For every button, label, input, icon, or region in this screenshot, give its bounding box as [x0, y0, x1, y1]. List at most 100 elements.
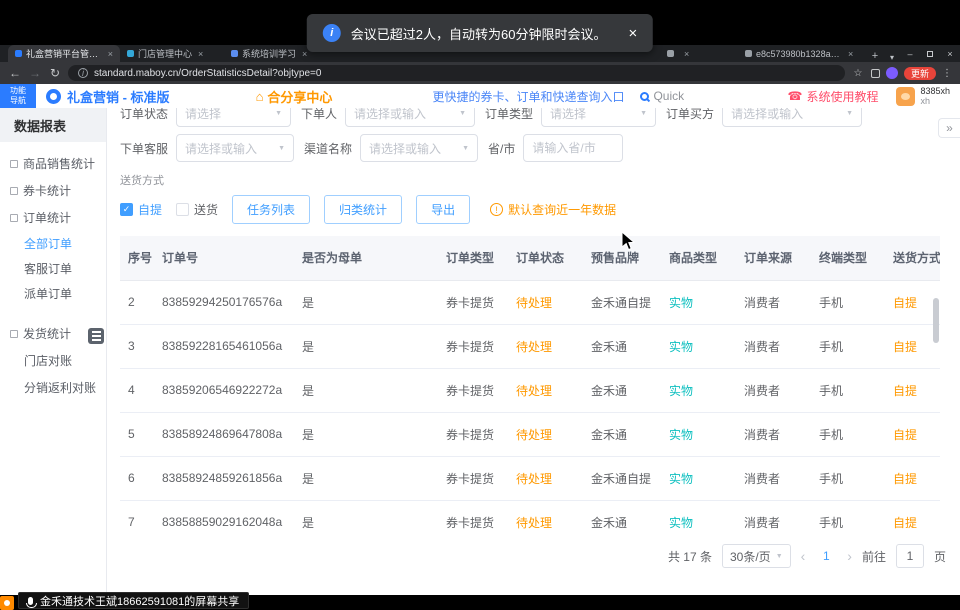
- next-page-button[interactable]: ›: [847, 548, 852, 564]
- col-order-source: 订单来源: [736, 236, 811, 280]
- close-icon[interactable]: ×: [108, 49, 113, 59]
- browser-tab[interactable]: 门店管理中心 ×: [120, 45, 224, 62]
- browser-update-button[interactable]: 更新: [904, 67, 936, 80]
- browser-menu-icon[interactable]: ⋮: [942, 68, 952, 79]
- browser-tab[interactable]: e8c573980b1328a258fd2e6 ×: [738, 45, 866, 62]
- cell-terminal-type: 手机: [811, 456, 885, 500]
- close-icon[interactable]: ×: [198, 49, 203, 59]
- close-icon[interactable]: ×: [848, 49, 853, 59]
- checkbox-label: 送货: [194, 201, 218, 218]
- table-row: 7 83858859029162048a 是 券卡提货 待处理 金禾通 实物 消…: [120, 500, 940, 536]
- col-terminal-type: 终端类型: [811, 236, 885, 280]
- sidebar: 数据报表 商品销售统计 券卡统计 订单统计 全部订单 客服: [0, 108, 107, 595]
- checkbox-delivery[interactable]: 送货: [176, 201, 218, 218]
- forward-icon[interactable]: →: [28, 66, 42, 80]
- province-city-input[interactable]: [523, 134, 623, 162]
- main-content: » 订单状态 请选择 ▼ 下单人 请选择或输入 ▼: [107, 108, 960, 595]
- url-bar[interactable]: i standard.maboy.cn/OrderStatisticsDetai…: [68, 65, 845, 81]
- cell-order-id: 83858924859261856a: [154, 456, 294, 500]
- sidebar-item-label: 商品销售统计: [23, 155, 95, 172]
- filter-label: 渠道名称: [304, 140, 352, 157]
- refresh-icon[interactable]: ↻: [48, 66, 62, 80]
- cell-product-type: 实物: [661, 280, 736, 324]
- checkbox-pickup[interactable]: ✓ 自提: [120, 201, 162, 218]
- minimize-button[interactable]: –: [900, 49, 920, 59]
- system-tutorial-link[interactable]: ☎ 系统使用教程: [788, 88, 879, 105]
- sidebar-item-all-orders[interactable]: 全部订单: [0, 231, 106, 256]
- service-agent-select[interactable]: 请选择或输入 ▼: [176, 134, 294, 162]
- close-icon[interactable]: ×: [302, 49, 307, 59]
- back-icon[interactable]: ←: [8, 66, 22, 80]
- page-input[interactable]: [896, 544, 924, 568]
- content-area: 数据报表 商品销售统计 券卡统计 订单统计 全部订单 客服: [0, 108, 960, 595]
- export-button[interactable]: 导出: [416, 195, 470, 224]
- filter-actions-row: ✓ 自提 送货 任务列表 归类统计 导出 ! 默认查询近一年数据: [107, 195, 960, 224]
- cell-order-source: 消费者: [736, 368, 811, 412]
- taskbar-app-icon[interactable]: [0, 596, 14, 610]
- cell-delivery-method: 自提: [885, 500, 940, 536]
- page-size-select[interactable]: 30条/页 ▼: [722, 544, 791, 568]
- close-icon[interactable]: ×: [628, 25, 637, 42]
- task-list-button[interactable]: 任务列表: [232, 195, 310, 224]
- prev-page-button[interactable]: ‹: [801, 548, 806, 564]
- cell-presale-brand: 金禾通: [583, 368, 661, 412]
- tab-title: 门店管理中心: [138, 47, 192, 60]
- maximize-button[interactable]: [920, 49, 940, 59]
- bookmark-star-icon[interactable]: ☆: [851, 68, 865, 79]
- user-menu[interactable]: 8385xh xh: [896, 86, 950, 107]
- nav-toggle-label: 导航: [10, 96, 26, 106]
- tutorial-label: 系统使用教程: [806, 88, 878, 105]
- quick-entry-promo[interactable]: 更快捷的券卡、订单和快递查询入口: [432, 88, 624, 105]
- collapse-filters-button[interactable]: »: [938, 118, 960, 138]
- extensions-icon[interactable]: [871, 69, 880, 78]
- order-type-select[interactable]: 请选择 ▼: [541, 108, 656, 127]
- sidebar-item-label: 客服订单: [24, 260, 72, 277]
- order-buyer-select[interactable]: 请选择或输入 ▼: [722, 108, 862, 127]
- new-tab-button[interactable]: +: [866, 50, 884, 62]
- browser-tab-active[interactable]: 礼盒营销平台管理中心 ×: [8, 45, 120, 62]
- sidebar-item-order-stats[interactable]: 订单统计: [0, 204, 106, 231]
- current-page[interactable]: 1: [815, 549, 837, 563]
- col-product-type: 商品类型: [661, 236, 736, 280]
- close-window-button[interactable]: ×: [940, 49, 960, 59]
- sidebar-item-service-orders[interactable]: 客服订单: [0, 256, 106, 281]
- avatar: [896, 87, 915, 106]
- sidebar-item-coupon-card-stats[interactable]: 券卡统计: [0, 177, 106, 204]
- cell-delivery-method: 自提: [885, 280, 940, 324]
- quick-search[interactable]: Quick: [640, 89, 684, 103]
- cell-product-type: 实物: [661, 456, 736, 500]
- placeholder-text: 请选择或输入: [731, 108, 840, 122]
- filter-label: 下单客服: [120, 140, 168, 157]
- table-row: 3 83859228165461056a 是 券卡提货 待处理 金禾通 实物 消…: [120, 324, 940, 368]
- share-center-link[interactable]: ⌂ 合分享中心: [256, 87, 333, 106]
- placeholder-text: 请选择或输入: [354, 108, 453, 122]
- close-icon[interactable]: ×: [684, 49, 689, 59]
- orderer-select[interactable]: 请选择或输入 ▼: [345, 108, 475, 127]
- sidebar-item-distribution-rebate[interactable]: 分销返利对账: [0, 374, 106, 401]
- filter-label: 订单状态: [120, 108, 168, 122]
- cell-order-status: 待处理: [508, 500, 583, 536]
- order-status-select[interactable]: 请选择 ▼: [176, 108, 291, 127]
- sidebar-item-dispatch-orders[interactable]: 派单订单: [0, 281, 106, 306]
- table-scrollbar[interactable]: [933, 298, 939, 343]
- sidebar-item-store-reconciliation[interactable]: 门店对账: [0, 347, 106, 374]
- cell-order-type: 券卡提货: [438, 280, 508, 324]
- tab-title: e8c573980b1328a258fd2e6: [756, 49, 842, 59]
- sidebar-collapse-handle[interactable]: [88, 328, 104, 344]
- browser-profile-avatar[interactable]: [886, 67, 898, 79]
- page-size-label: 30条/页: [730, 548, 771, 565]
- tab-search-caret-icon[interactable]: ▾: [884, 53, 900, 62]
- checkbox-label: 自提: [138, 201, 162, 218]
- maximize-icon: [927, 51, 933, 57]
- site-info-icon[interactable]: i: [78, 68, 88, 78]
- app-title: 礼盒营销 - 标准版: [67, 87, 170, 106]
- function-nav-toggle[interactable]: 功能 导航: [0, 84, 36, 108]
- pagination: 共 17 条 30条/页 ▼ ‹ 1 › 前往 页: [107, 544, 960, 568]
- cell-product-type: 实物: [661, 500, 736, 536]
- col-delivery-method: 送货方式: [885, 236, 940, 280]
- category-stats-button[interactable]: 归类统计: [324, 195, 402, 224]
- sidebar-item-product-sales-stats[interactable]: 商品销售统计: [0, 150, 106, 177]
- browser-tab[interactable]: ×: [660, 45, 738, 62]
- channel-name-select[interactable]: 请选择或输入 ▼: [360, 134, 478, 162]
- cell-index: 6: [120, 456, 154, 500]
